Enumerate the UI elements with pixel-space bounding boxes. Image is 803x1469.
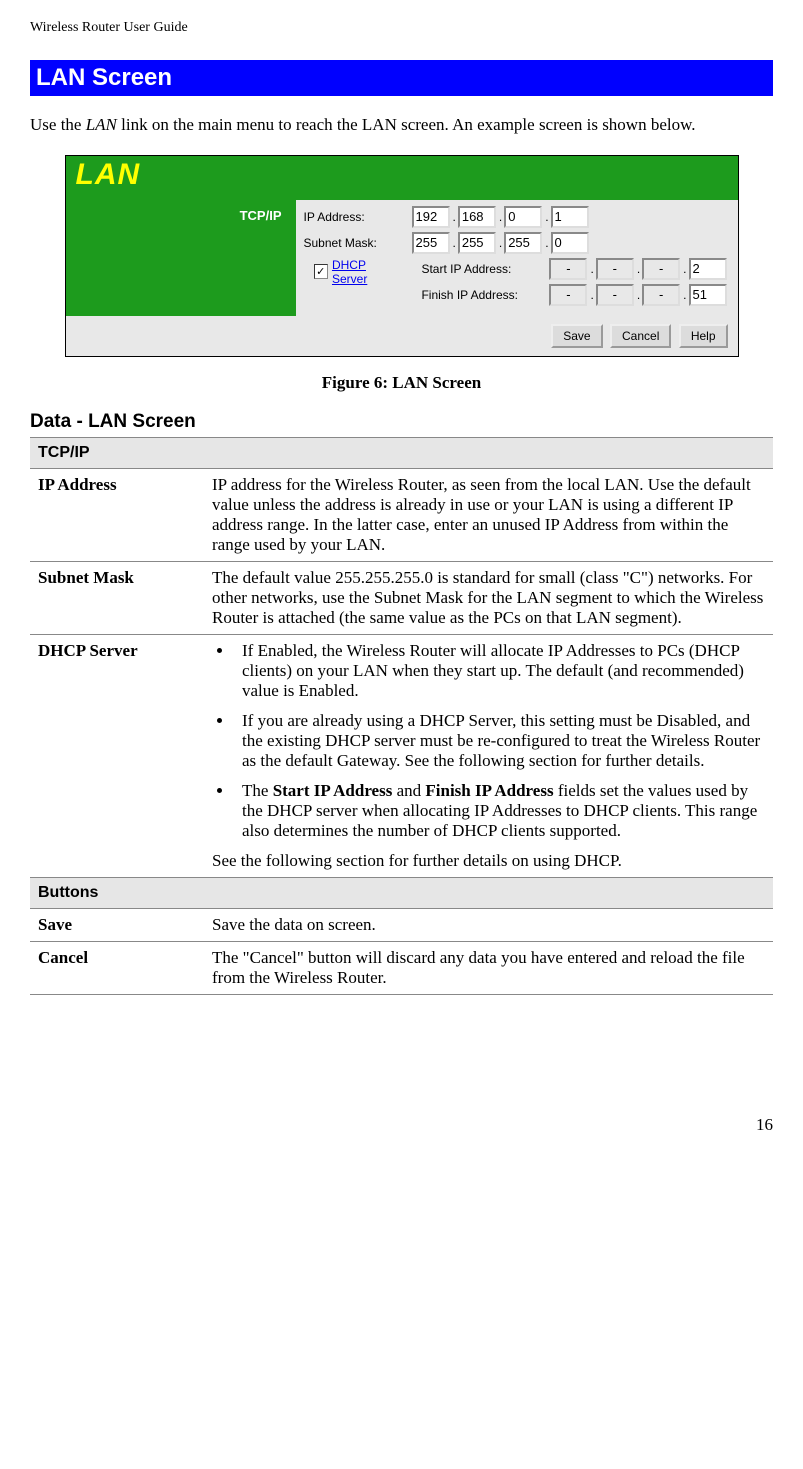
intro-text-prefix: Use the [30,115,86,134]
dhcp-server-row-label: DHCP Server [30,634,204,877]
figure-caption: Figure 6: LAN Screen [30,373,773,393]
cancel-row-label: Cancel [30,941,204,994]
subnet-mask-row-label: Subnet Mask [30,561,204,634]
data-table: TCP/IP IP Address IP address for the Wir… [30,437,773,995]
screenshot-sidebar-label: TCP/IP [66,200,296,223]
ip-address-octet-2[interactable]: 168 [458,206,496,228]
buttons-section-header: Buttons [30,877,773,908]
table-row: DHCP Server If Enabled, the Wireless Rou… [30,634,773,877]
ip-address-octet-4[interactable]: 1 [551,206,589,228]
table-row: Subnet Mask The default value 255.255.25… [30,561,773,634]
screenshot-title: LAN [66,156,738,200]
save-row-label: Save [30,908,204,941]
dhcp-server-link[interactable]: DHCP Server [332,258,402,286]
intro-text-emphasis: LAN [86,115,117,134]
screenshot-help-button[interactable]: Help [679,324,728,348]
dhcp-footer-text: See the following section for further de… [212,851,765,871]
ip-address-octet-3[interactable]: 0 [504,206,542,228]
dhcp-bullet-1: If Enabled, the Wireless Router will all… [234,641,765,701]
finish-ip-octet-2: - [596,284,634,306]
subnet-mask-label: Subnet Mask: [304,236,412,250]
start-ip-octet-4[interactable]: 2 [689,258,727,280]
cancel-row-desc: The "Cancel" button will discard any dat… [204,941,773,994]
table-row: Save Save the data on screen. [30,908,773,941]
dhcp-server-row-desc: If Enabled, the Wireless Router will all… [204,634,773,877]
ip-address-row-desc: IP address for the Wireless Router, as s… [204,468,773,561]
page-number: 16 [30,1115,773,1135]
subnet-mask-octet-1[interactable]: 255 [412,232,450,254]
ip-address-row-label: IP Address [30,468,204,561]
table-row: IP Address IP address for the Wireless R… [30,468,773,561]
lan-screenshot: LAN TCP/IP IP Address: 192. 168. 0. 1 Su… [65,155,739,357]
ip-address-label: IP Address: [304,210,412,224]
subnet-mask-row-desc: The default value 255.255.255.0 is stand… [204,561,773,634]
tcpip-section-header: TCP/IP [30,437,773,468]
finish-ip-octet-3: - [642,284,680,306]
intro-paragraph: Use the LAN link on the main menu to rea… [30,114,773,137]
start-ip-label: Start IP Address: [421,262,549,276]
screenshot-cancel-button[interactable]: Cancel [610,324,671,348]
section-heading: LAN Screen [30,60,773,96]
finish-ip-octet-1: - [549,284,587,306]
start-ip-octet-3: - [642,258,680,280]
dhcp-server-checkbox[interactable]: ✓ [314,264,328,279]
subnet-mask-octet-2[interactable]: 255 [458,232,496,254]
screenshot-save-button[interactable]: Save [551,324,602,348]
subnet-mask-octet-4[interactable]: 0 [551,232,589,254]
start-ip-octet-2: - [596,258,634,280]
data-section-heading: Data - LAN Screen [30,411,773,433]
finish-ip-octet-4[interactable]: 51 [689,284,727,306]
table-row: Cancel The "Cancel" button will discard … [30,941,773,994]
start-ip-octet-1: - [549,258,587,280]
document-header: Wireless Router User Guide [30,20,773,36]
finish-ip-label: Finish IP Address: [421,288,549,302]
dhcp-bullet-3: The Start IP Address and Finish IP Addre… [234,781,765,841]
save-row-desc: Save the data on screen. [204,908,773,941]
subnet-mask-octet-3[interactable]: 255 [504,232,542,254]
intro-text-suffix: link on the main menu to reach the LAN s… [117,115,696,134]
dhcp-bullet-2: If you are already using a DHCP Server, … [234,711,765,771]
ip-address-octet-1[interactable]: 192 [412,206,450,228]
